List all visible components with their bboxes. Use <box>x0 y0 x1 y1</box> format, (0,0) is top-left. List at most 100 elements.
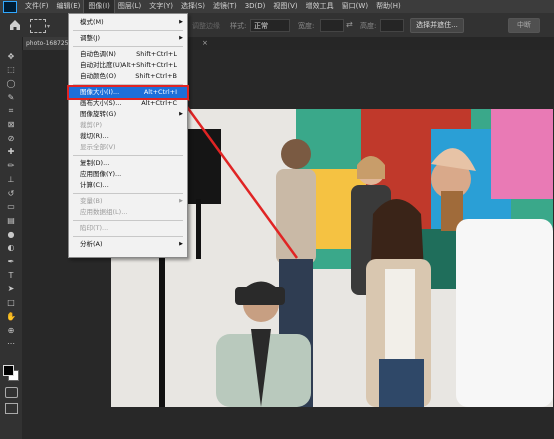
image-menu-item[interactable]: 画布大小(S)... Alt+Ctrl+C <box>69 98 187 109</box>
move-tool-icon[interactable]: ✥ <box>4 50 18 62</box>
cancel-button[interactable]: 中断 <box>508 18 540 33</box>
menu-item-label: 显示全部(V) <box>80 143 116 151</box>
menu-separator <box>73 236 183 237</box>
image-menu-item[interactable]: 裁切(R)... <box>69 131 187 142</box>
swap-icon[interactable]: ⇄ <box>346 20 353 29</box>
document-tab-title: photo-168725 <box>26 40 69 47</box>
type-tool-icon[interactable]: T <box>4 269 18 281</box>
image-menu-item[interactable]: 图像旋转(G) ▶ <box>69 109 187 120</box>
menu-item-label: 自动色调(N) <box>80 50 116 58</box>
image-menu-item[interactable]: 调整(J) ▶ <box>69 33 187 44</box>
image-menu-dropdown: 模式(M) ▶ 调整(J) ▶ 自动色调(N) Shift+Ctrl+L 自动对比度(U) A… <box>67 13 189 258</box>
gradient-tool-icon[interactable]: ▤ <box>4 214 18 226</box>
path-select-tool-icon[interactable]: ➤ <box>4 283 18 295</box>
menu-item-shortcut: Shift+Ctrl+B <box>135 72 177 80</box>
select-and-mask-button[interactable]: 选择并遮住... <box>410 18 464 33</box>
eyedropper-tool-icon[interactable]: ⊘ <box>4 132 18 144</box>
stamp-tool-icon[interactable]: ⊥ <box>4 173 18 185</box>
frame-tool-icon[interactable]: ⊠ <box>4 119 18 131</box>
pen-tool-icon[interactable]: ✒ <box>4 256 18 268</box>
submenu-arrow-icon: ▶ <box>179 241 183 247</box>
rectangle-tool-icon[interactable]: □ <box>4 297 18 309</box>
menu-item-label: 图像大小(I)... <box>80 88 120 96</box>
menu-item-shortcut: Shift+Ctrl+L <box>136 50 177 58</box>
height-field[interactable] <box>380 19 404 32</box>
image-menu-item[interactable]: 显示全部(V) <box>69 142 187 153</box>
menu-4[interactable]: 文字(Y) <box>145 0 177 13</box>
history-brush-tool-icon[interactable]: ↺ <box>4 187 18 199</box>
menu-item-label: 陷印(T)... <box>80 224 109 232</box>
more-tools-icon[interactable]: ⋯ <box>4 338 18 350</box>
menu-item-label: 调整(J) <box>80 34 100 42</box>
menu-separator <box>73 46 183 47</box>
width-field[interactable] <box>320 19 344 32</box>
zoom-tool-icon[interactable]: ⊕ <box>4 324 18 336</box>
menu-5[interactable]: 选择(S) <box>177 0 209 13</box>
adjust-edge-label: 调整边缘 <box>192 22 220 30</box>
eraser-tool-icon[interactable]: ▭ <box>4 201 18 213</box>
home-icon[interactable] <box>8 18 22 32</box>
blur-tool-icon[interactable]: ● <box>4 228 18 240</box>
menu-10[interactable]: 窗口(W) <box>338 0 372 13</box>
menu-1[interactable]: 编辑(E) <box>53 0 85 13</box>
chevron-down-icon[interactable]: ▾ <box>47 23 50 30</box>
menu-item-shortcut: Alt+Ctrl+I <box>143 88 177 96</box>
image-menu-item[interactable]: 陷印(T)... <box>69 223 187 234</box>
foreground-color-swatch[interactable] <box>3 365 14 376</box>
image-menu-item[interactable]: 自动对比度(U) Alt+Shift+Ctrl+L <box>69 60 187 71</box>
lasso-tool-icon[interactable]: ◯ <box>4 77 18 89</box>
healing-tool-icon[interactable]: ✚ <box>4 146 18 158</box>
menu-8[interactable]: 视图(V) <box>269 0 301 13</box>
marquee-tool-icon[interactable]: ⬚ <box>4 64 18 76</box>
menu-11[interactable]: 帮助(H) <box>372 0 405 13</box>
image-menu-item[interactable]: 图像大小(I)... Alt+Ctrl+I <box>67 85 189 100</box>
image-menu-item[interactable]: 变量(B) ▶ <box>69 196 187 207</box>
document-tab[interactable]: photo-168725 <box>22 37 73 50</box>
brush-tool-icon[interactable]: ✏ <box>4 160 18 172</box>
submenu-arrow-icon: ▶ <box>179 198 183 204</box>
image-menu-item[interactable]: 自动颜色(O) Shift+Ctrl+B <box>69 71 187 82</box>
marquee-options-icon[interactable] <box>30 19 46 33</box>
image-menu-item[interactable]: 复制(D)... <box>69 158 187 169</box>
image-menu-item[interactable]: 计算(C)... <box>69 180 187 191</box>
image-menu-item[interactable]: 分析(A) ▶ <box>69 239 187 250</box>
menu-item-shortcut: Alt+Shift+Ctrl+L <box>121 61 177 69</box>
menu-item-label: 裁剪(P) <box>80 121 102 129</box>
submenu-arrow-icon: ▶ <box>179 35 183 41</box>
submenu-arrow-icon: ▶ <box>179 19 183 25</box>
menu-separator <box>73 30 183 31</box>
crop-tool-icon[interactable]: ⌗ <box>4 105 18 117</box>
menu-bar: 文件(F) 编辑(E) 图像(I) 图层(L) 文字(Y) 选择(S) 滤镜(T) 3D(D)… <box>0 0 554 14</box>
style-select[interactable]: 正常 <box>250 19 290 32</box>
quick-mask-icon[interactable] <box>5 387 18 398</box>
screen-mode-icon[interactable] <box>5 403 18 414</box>
menu-separator <box>73 84 183 85</box>
menu-item-label: 复制(D)... <box>80 159 110 167</box>
ps-logo[interactable] <box>3 0 17 13</box>
menu-item-label: 应用数据组(L)... <box>80 208 128 216</box>
menu-2[interactable]: 图像(I) <box>83 0 115 14</box>
image-menu-item[interactable]: 应用数据组(L)... <box>69 207 187 218</box>
menu-7[interactable]: 3D(D) <box>241 0 270 13</box>
menu-3[interactable]: 图层(L) <box>114 0 145 13</box>
dodge-tool-icon[interactable]: ◐ <box>4 242 18 254</box>
menu-item-label: 自动对比度(U) <box>80 61 123 69</box>
tab-close-icon[interactable]: × <box>202 37 208 50</box>
hand-tool-icon[interactable]: ✋ <box>4 310 18 322</box>
menu-9[interactable]: 增效工具 <box>302 0 338 13</box>
menu-item-shortcut: Alt+Ctrl+C <box>141 99 177 107</box>
menu-item-label: 裁切(R)... <box>80 132 109 140</box>
menu-6[interactable]: 滤镜(T) <box>209 0 241 13</box>
image-menu-item[interactable]: 模式(M) ▶ <box>69 17 187 28</box>
quick-select-tool-icon[interactable]: ✎ <box>4 91 18 103</box>
image-menu-item[interactable]: 自动色调(N) Shift+Ctrl+L <box>69 49 187 60</box>
menu-separator <box>73 193 183 194</box>
menu-item-label: 图像旋转(G) <box>80 110 117 118</box>
image-menu-item[interactable]: 裁剪(P) <box>69 120 187 131</box>
menu-separator <box>73 220 183 221</box>
menu-item-label: 自动颜色(O) <box>80 72 117 80</box>
tool-panel: ✥ ⬚ ◯ ✎ ⌗ ⊠ ⊘ ✚ ✏ ⊥ ↺ ▭ ▤ ● ◐ ✒ T ➤ □ ✋ ⊕ ⋯ <box>0 37 23 439</box>
menu-separator <box>73 155 183 156</box>
menu-0[interactable]: 文件(F) <box>21 0 53 13</box>
image-menu-item[interactable]: 应用图像(Y)... <box>69 169 187 180</box>
